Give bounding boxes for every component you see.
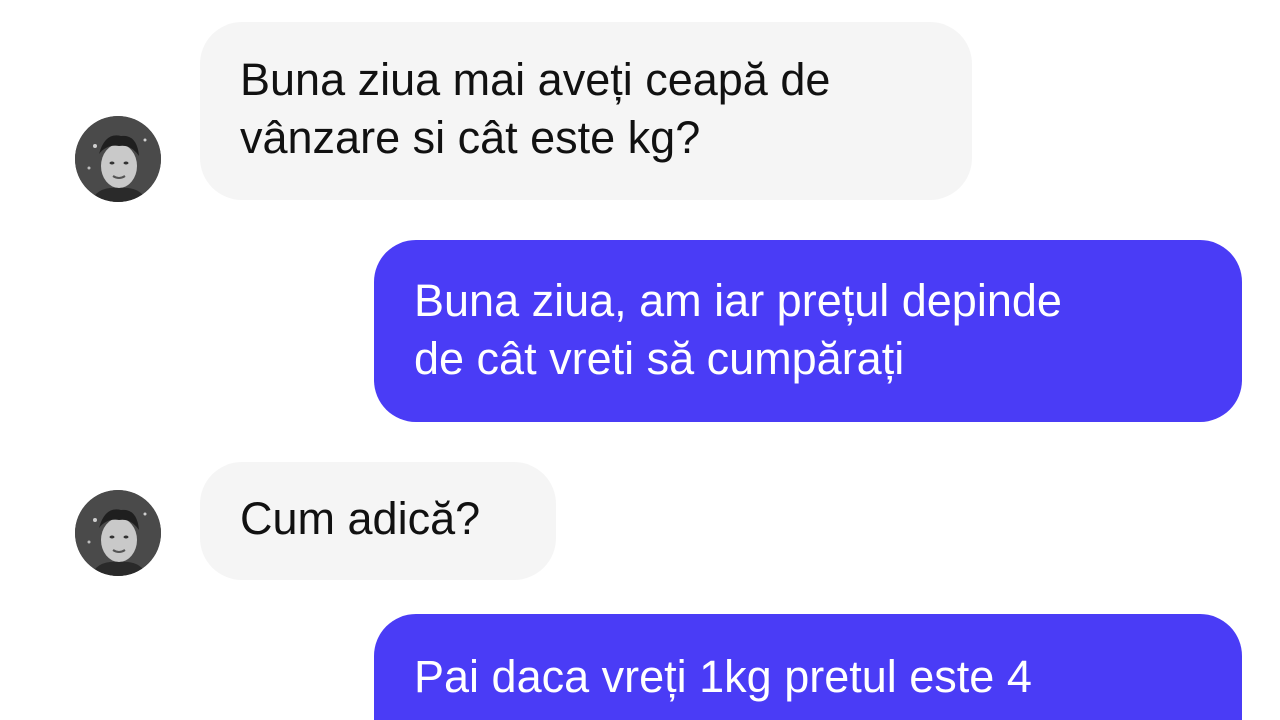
incoming-message-bubble[interactable]: Buna ziua mai aveți ceapă de vânzare si … xyxy=(200,22,972,200)
chat-thread[interactable]: Buna ziua mai aveți ceapă de vânzare si … xyxy=(0,0,1280,720)
message-text-line: Buna ziua mai aveți ceapă de xyxy=(240,54,831,105)
incoming-message-bubble[interactable]: Cum adică? xyxy=(200,462,556,580)
outgoing-message-bubble[interactable]: Buna ziua, am iar prețul depinde de cât … xyxy=(374,240,1242,422)
contact-avatar[interactable] xyxy=(75,490,161,576)
message-text-line: de cât vreti să cumpărați xyxy=(414,333,905,384)
message-text-line: Pai daca vreți 1kg pretul este 4 xyxy=(414,651,1032,702)
message-text-line: vânzare si cât este kg? xyxy=(240,112,701,163)
message-text-line: Buna ziua, am iar prețul depinde xyxy=(414,275,1062,326)
outgoing-message-bubble[interactable]: Pai daca vreți 1kg pretul este 4 xyxy=(374,614,1242,720)
message-text-line: Cum adică? xyxy=(240,493,481,544)
avatar-photo-icon xyxy=(75,116,161,202)
contact-avatar[interactable] xyxy=(75,116,161,202)
avatar-photo-icon xyxy=(75,490,161,576)
